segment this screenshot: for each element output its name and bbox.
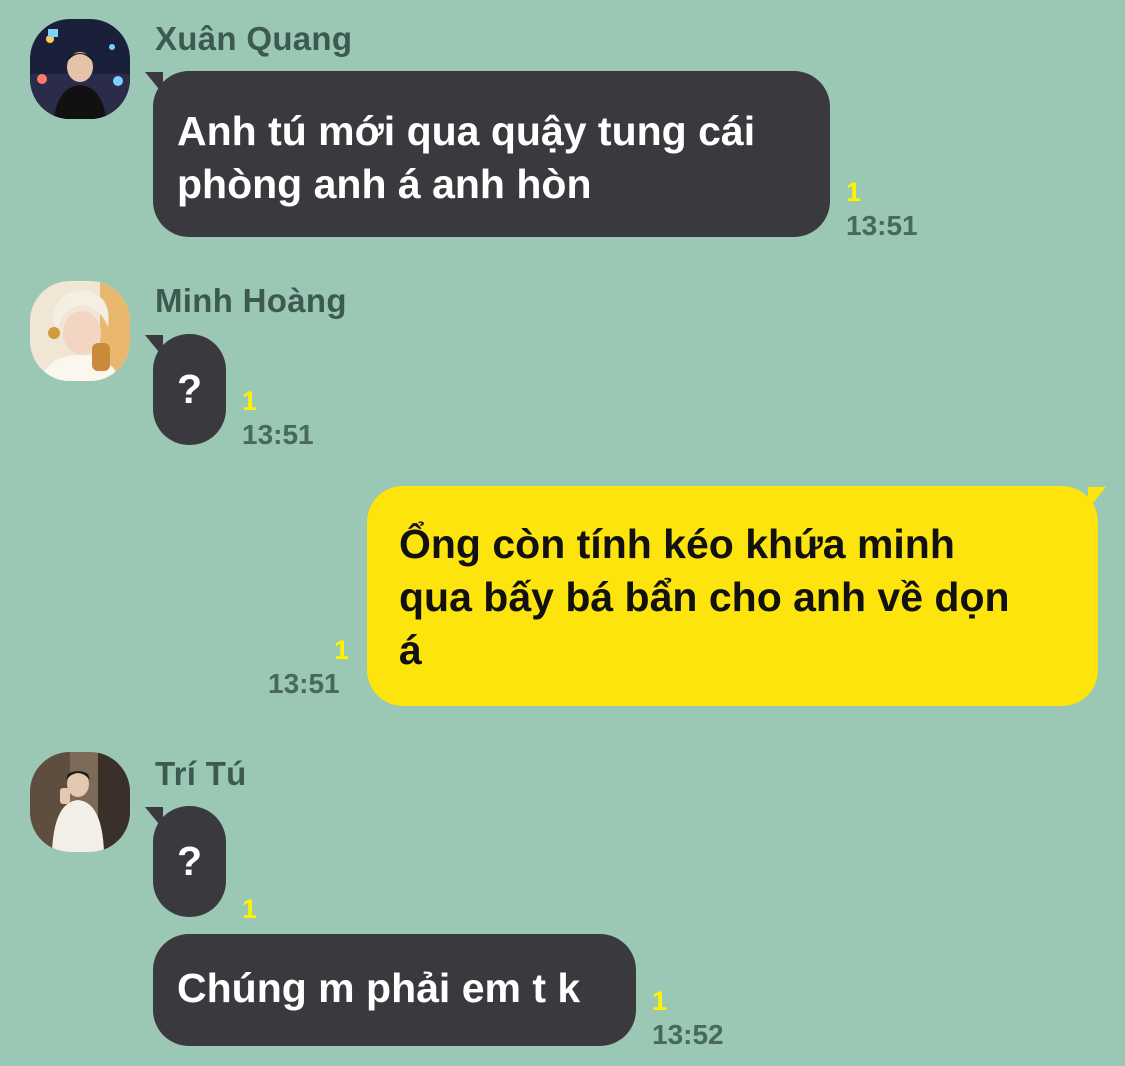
unread-count: 1: [242, 894, 258, 924]
message-text: ?: [176, 838, 203, 884]
message-time: 13:51: [268, 668, 340, 699]
message-bubble[interactable]: Chúng m phải em t k: [153, 934, 636, 1046]
unread-count: 1: [652, 986, 668, 1016]
message-text-line: phòng anh á anh hòn: [177, 161, 592, 207]
message-bubble[interactable]: ?: [153, 806, 226, 917]
message-text-line: Ổng còn tính kéo khứa minh: [399, 521, 955, 567]
sender-name: Minh Hoàng: [155, 282, 347, 319]
avatar-minh-hoang[interactable]: [30, 281, 130, 381]
message-text: Chúng m phải em t k: [177, 965, 581, 1011]
message-text-line: á: [399, 627, 422, 673]
unread-count: 1: [846, 177, 862, 207]
message-time: 13:52: [652, 1019, 724, 1050]
message-bubble[interactable]: ?: [153, 334, 226, 445]
sender-name: Trí Tú: [155, 755, 247, 792]
unread-count: 1: [242, 386, 258, 416]
message-bubble[interactable]: Ổng còn tính kéo khứa minh qua bấy bá bẩ…: [367, 486, 1098, 706]
message-time: 13:51: [846, 210, 918, 241]
message-text: ?: [176, 366, 203, 412]
message-text-line: qua bấy bá bẩn cho anh về dọn: [399, 574, 1010, 620]
profile-photo-icon: [30, 752, 130, 852]
unread-count: 1: [334, 635, 350, 665]
avatar-xuan-quang[interactable]: [30, 19, 130, 119]
message-text-line: Anh tú mới qua quậy tung cái: [177, 108, 756, 154]
avatar-tri-tu[interactable]: [30, 752, 130, 852]
profile-photo-icon: [30, 281, 130, 381]
sender-name: Xuân Quang: [155, 20, 353, 57]
message-time: 13:51: [242, 419, 314, 450]
profile-photo-icon: [30, 19, 130, 119]
message-bubble[interactable]: Anh tú mới qua quậy tung cái phòng anh á…: [153, 71, 830, 237]
